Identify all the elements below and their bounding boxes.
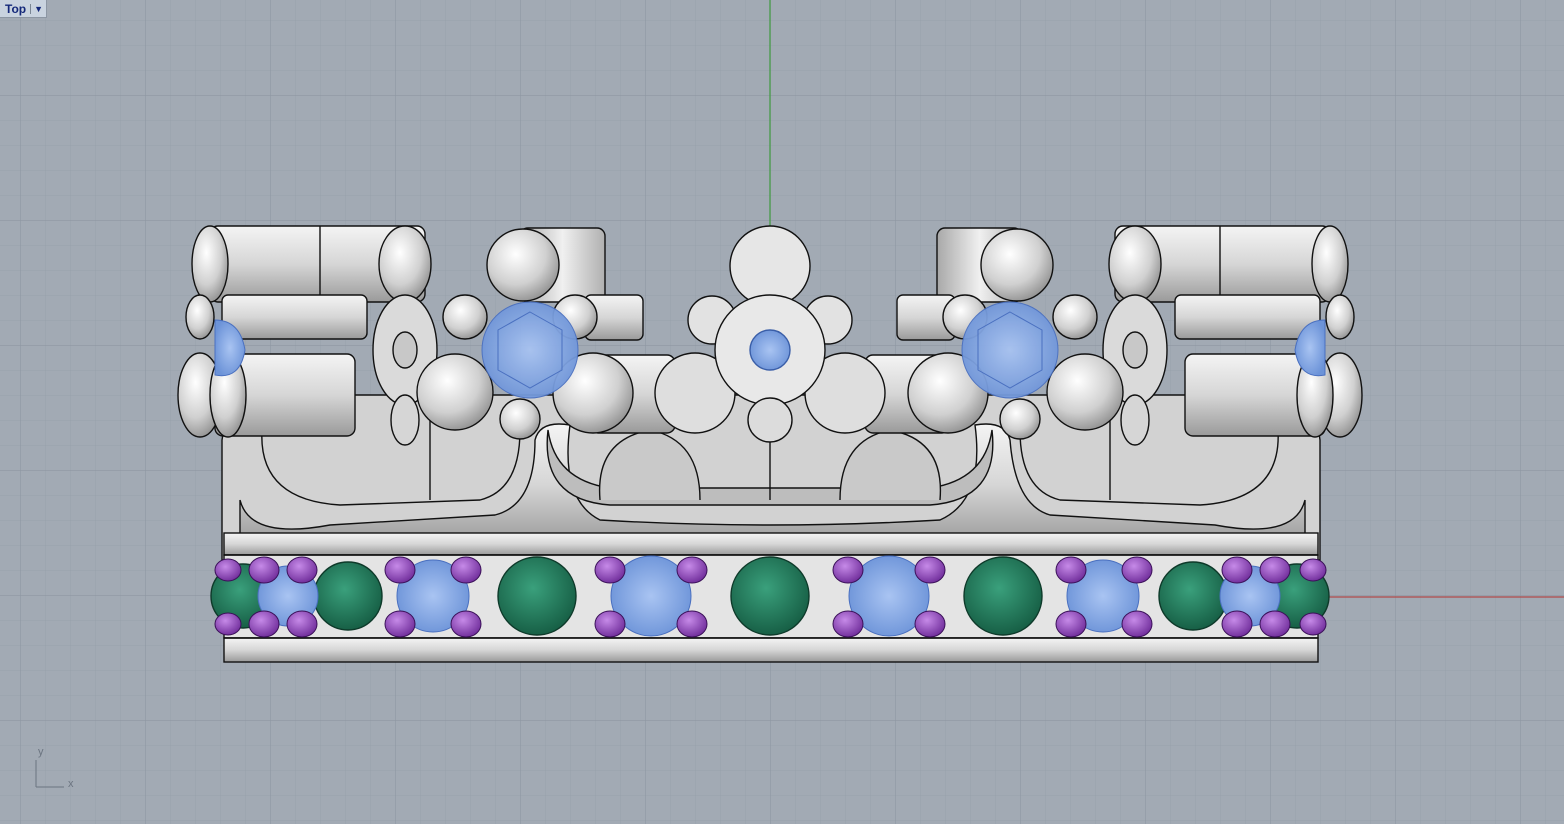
viewport-title: Top	[5, 1, 27, 16]
crown-ring-model[interactable]	[177, 225, 1363, 663]
viewport-title-tab[interactable]: Top ▼	[0, 0, 48, 18]
top-viewport[interactable]	[0, 0, 1564, 824]
axis-widget-x-label: x	[68, 778, 74, 790]
caret-down-icon[interactable]: ▼	[30, 3, 43, 14]
axis-widget-y-label: y	[38, 746, 44, 758]
